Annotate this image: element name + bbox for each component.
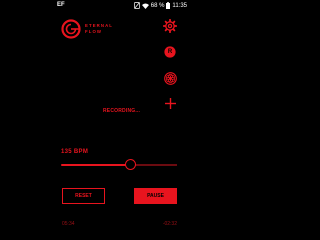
record-icon: R (164, 46, 176, 58)
remaining-time: -02:32 (162, 221, 177, 227)
logo-wordmark: ETERNAL FLOW (85, 23, 113, 35)
slider-remaining-track (135, 164, 177, 166)
settings-button[interactable] (162, 18, 178, 34)
clock-label: 11:35 (172, 2, 187, 9)
app-logo: ETERNAL FLOW (61, 19, 121, 41)
wifi-icon (141, 3, 149, 9)
record-label: R (167, 49, 173, 55)
battery-label: 68 % (150, 2, 165, 9)
eternal-flow-logo-icon (61, 19, 81, 39)
slider-filled-track (61, 164, 131, 166)
carrier-label: EF (57, 2, 65, 8)
gear-icon (163, 19, 177, 33)
record-button[interactable]: R (162, 44, 178, 60)
status-icons: 68 % 11:35 (133, 2, 187, 9)
slider-thumb[interactable] (125, 159, 136, 170)
status-bar: EF 68 % 11:35 (0, 0, 240, 11)
tempo-slider[interactable] (61, 159, 177, 171)
logo-line-2: FLOW (85, 29, 103, 34)
recording-status: RECORDING... (103, 108, 141, 114)
flower-icon (163, 71, 177, 85)
metronome-pattern-button[interactable] (162, 70, 178, 86)
reset-button[interactable]: RESET (62, 188, 105, 204)
plus-icon (164, 97, 177, 110)
add-button[interactable] (162, 95, 178, 111)
elapsed-time: 05:34 (62, 221, 75, 227)
battery-icon (166, 2, 171, 9)
tempo-label: 135 BPM (61, 149, 89, 155)
pause-button[interactable]: PAUSE (134, 188, 177, 204)
no-sim-icon (133, 2, 140, 9)
